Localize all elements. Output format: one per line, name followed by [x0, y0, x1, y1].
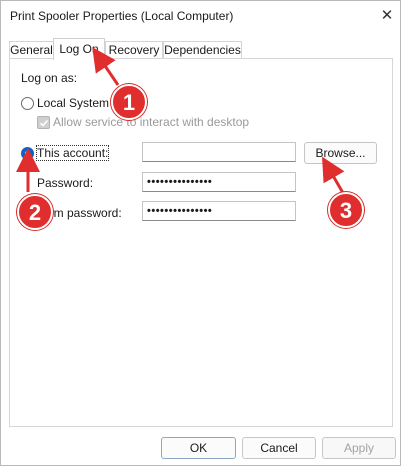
- arrow-to-log-on-tab: [92, 47, 120, 86]
- arrow-to-browse: [322, 156, 345, 194]
- annotation-arrows: [16, 47, 345, 194]
- annotation-marker-3: 3: [328, 192, 364, 228]
- properties-dialog: Print Spooler Properties (Local Computer…: [0, 0, 401, 466]
- annotation-marker-1: 1: [111, 84, 147, 120]
- annotation-marker-2: 2: [17, 194, 53, 230]
